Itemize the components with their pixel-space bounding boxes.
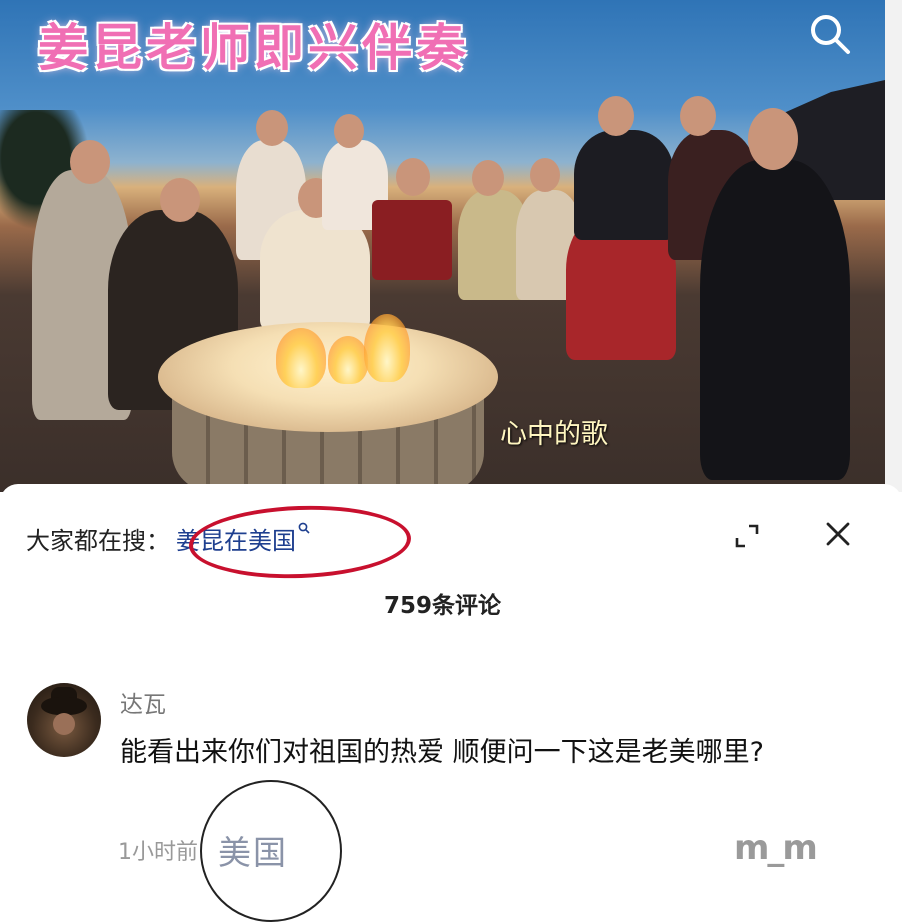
accordion (372, 200, 452, 280)
video-edge (885, 0, 902, 492)
person-head (70, 140, 110, 184)
flame (328, 336, 368, 384)
trending-search-label: 大家都在搜： (26, 526, 170, 555)
watermark: m_m (734, 828, 818, 868)
person-head (748, 108, 798, 170)
fire-pit-top (158, 322, 498, 432)
person-head (680, 96, 716, 136)
video-player[interactable]: 姜昆老师即兴伴奏 心中的歌 (0, 0, 885, 492)
person-head (396, 158, 430, 196)
fire-pit (158, 314, 498, 492)
comment-username[interactable]: 达瓦 (120, 685, 166, 719)
comment-count: 759条评论 (383, 593, 501, 619)
expand-icon[interactable] (734, 523, 760, 549)
flame (364, 314, 410, 382)
comment-text: 能看出来你们对祖国的热爱 顺便问一下这是老美哪里? (120, 737, 764, 768)
close-icon[interactable] (823, 519, 853, 549)
person-head (598, 96, 634, 136)
video-subtitle: 心中的歌 (500, 419, 608, 450)
person-head (160, 178, 200, 222)
flame (276, 328, 326, 388)
avatar-face (53, 713, 75, 735)
annotation-text: 美国 (218, 833, 288, 872)
person-figure (700, 160, 850, 480)
video-title: 姜昆老师即兴伴奏 (38, 19, 470, 77)
person-figure (574, 130, 674, 240)
comment-time: 1小时前 (118, 840, 198, 865)
person-head (334, 114, 364, 148)
person-head (472, 160, 504, 196)
person-head (256, 110, 288, 146)
avatar[interactable] (27, 683, 101, 757)
search-icon[interactable] (808, 12, 852, 56)
person-head (530, 158, 560, 192)
